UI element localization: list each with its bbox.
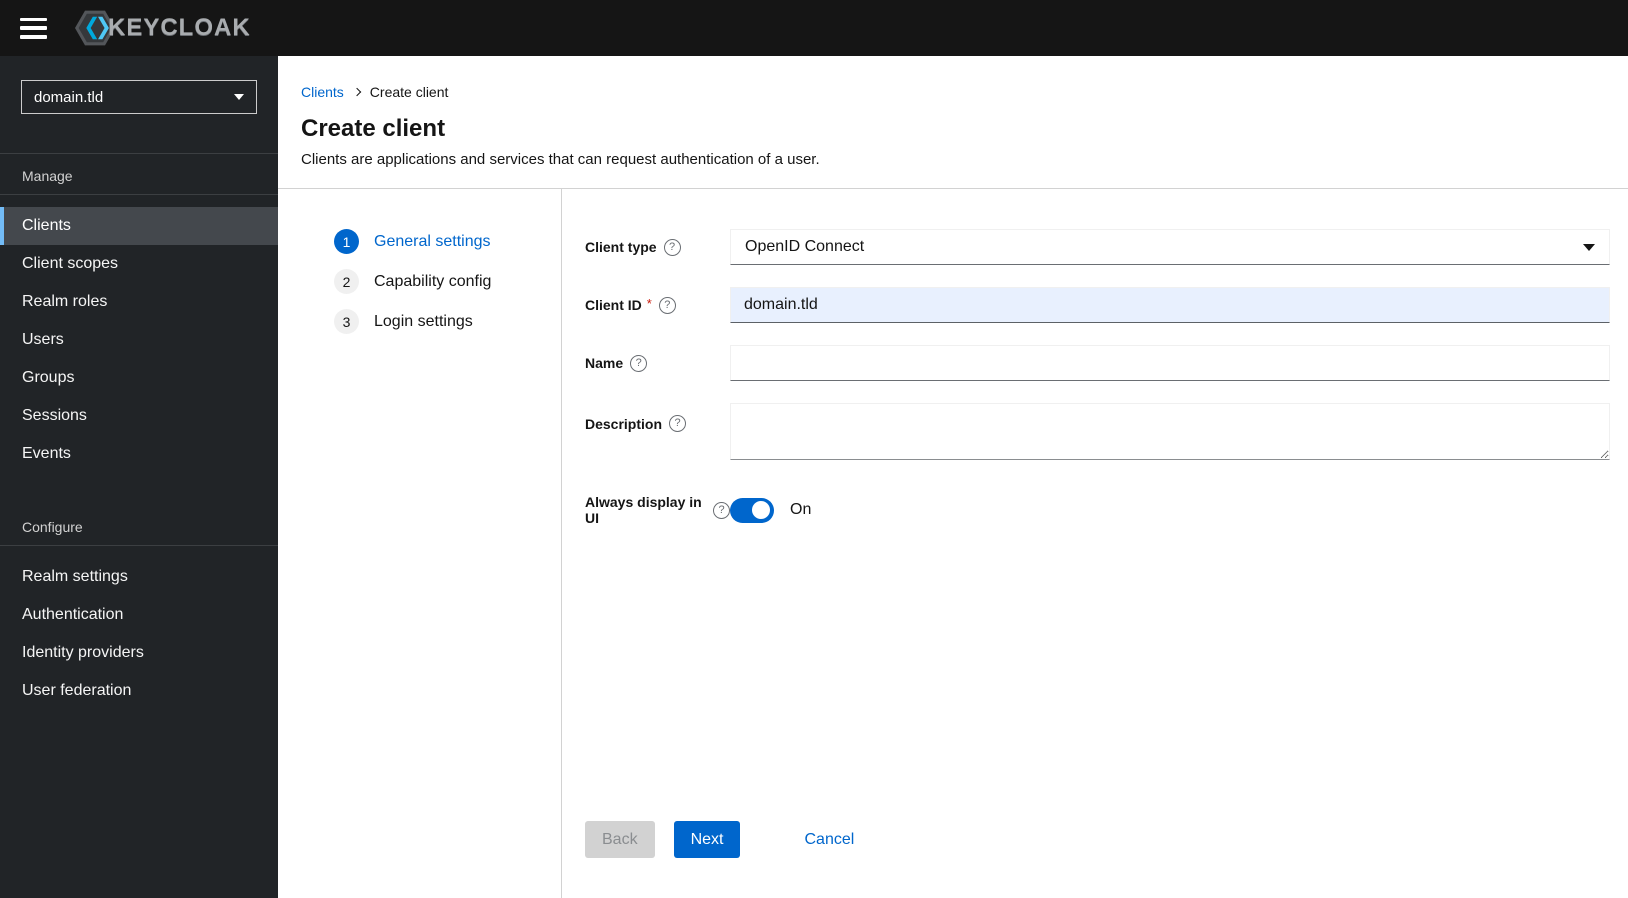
sidebar-item-sessions[interactable]: Sessions xyxy=(0,397,278,435)
client-type-select[interactable]: OpenID Connect xyxy=(730,229,1610,265)
keycloak-logo: KEYCLOAK xyxy=(75,10,251,46)
client-id-input[interactable] xyxy=(730,287,1610,323)
sidebar-item-users[interactable]: Users xyxy=(0,321,278,359)
masthead: KEYCLOAK xyxy=(0,0,1628,56)
always-display-row: Always display in UI ? On xyxy=(585,494,1610,526)
name-row: Name ? xyxy=(585,345,1610,381)
wizard-step-general-settings[interactable]: 1 General settings xyxy=(334,229,561,254)
page-description: Clients are applications and services th… xyxy=(301,151,820,168)
sidebar-item-events[interactable]: Events xyxy=(0,435,278,473)
client-id-row: Client ID * ? xyxy=(585,287,1610,323)
sidebar-item-clients[interactable]: Clients xyxy=(0,207,278,245)
sidebar-item-user-federation[interactable]: User federation xyxy=(0,672,278,710)
wizard-steps-nav: 1 General settings 2 Capability config 3… xyxy=(278,189,562,898)
toggle-knob xyxy=(752,501,770,519)
step-number-badge: 3 xyxy=(334,309,359,334)
client-type-row: Client type ? OpenID Connect xyxy=(585,229,1610,265)
sidebar: domain.tld Manage Clients Client scopes … xyxy=(0,56,278,898)
sidebar-item-authentication[interactable]: Authentication xyxy=(0,596,278,634)
breadcrumb: Clients Create client xyxy=(301,84,1604,100)
client-type-label: Client type xyxy=(585,239,657,255)
sidebar-item-realm-settings[interactable]: Realm settings xyxy=(0,558,278,596)
nav-section-configure: Configure Realm settings Authentication … xyxy=(0,505,278,710)
sidebar-item-realm-roles[interactable]: Realm roles xyxy=(0,283,278,321)
main-content: Clients Create client Create client Clie… xyxy=(278,56,1628,898)
wizard-area: 1 General settings 2 Capability config 3… xyxy=(278,189,1628,898)
help-icon[interactable]: ? xyxy=(630,354,648,372)
nav-section-manage: Manage Clients Client scopes Realm roles… xyxy=(0,154,278,473)
page-header: Clients Create client Create client Clie… xyxy=(278,56,1628,189)
description-row: Description ? xyxy=(585,403,1610,460)
page-title: Create client xyxy=(301,115,446,142)
description-textarea[interactable] xyxy=(730,403,1610,460)
sidebar-nav: Manage Clients Client scopes Realm roles… xyxy=(0,154,278,710)
keycloak-wordmark: KEYCLOAK xyxy=(108,14,251,41)
required-asterisk: * xyxy=(646,295,652,311)
sidebar-item-client-scopes[interactable]: Client scopes xyxy=(0,245,278,283)
wizard-step-login-settings[interactable]: 3 Login settings xyxy=(334,309,561,334)
step-number-badge: 1 xyxy=(334,229,359,254)
client-id-label: Client ID xyxy=(585,297,642,313)
help-icon[interactable]: ? xyxy=(658,296,676,314)
realm-selector-value: domain.tld xyxy=(34,88,104,106)
sidebar-item-identity-providers[interactable]: Identity providers xyxy=(0,634,278,672)
name-label: Name xyxy=(585,355,624,371)
breadcrumb-clients-link[interactable]: Clients xyxy=(301,84,344,100)
chevron-right-icon xyxy=(352,87,362,97)
back-button[interactable]: Back xyxy=(585,821,655,858)
always-display-toggle[interactable] xyxy=(730,497,774,523)
cancel-button[interactable]: Cancel xyxy=(804,831,854,849)
client-type-selected-value: OpenID Connect xyxy=(745,238,865,255)
general-settings-form: Client type ? OpenID Connect Client ID *… xyxy=(562,189,1628,898)
wizard-footer: Back Next Cancel xyxy=(585,821,1610,898)
realm-selector[interactable]: domain.tld xyxy=(21,80,257,114)
breadcrumb-current: Create client xyxy=(369,84,449,100)
nav-section-title: Manage xyxy=(0,154,278,195)
nav-section-title: Configure xyxy=(0,505,278,546)
description-label: Description xyxy=(585,415,663,432)
toggle-state-label: On xyxy=(790,501,812,518)
wizard-step-capability-config[interactable]: 2 Capability config xyxy=(334,269,561,294)
nav-toggle-hamburger-icon[interactable] xyxy=(20,17,47,39)
caret-down-icon xyxy=(234,94,244,100)
always-display-label: Always display in UI xyxy=(585,494,702,526)
help-icon[interactable]: ? xyxy=(713,501,730,519)
next-button[interactable]: Next xyxy=(673,821,741,858)
caret-down-icon xyxy=(1583,243,1595,251)
name-input[interactable] xyxy=(730,345,1610,381)
sidebar-item-groups[interactable]: Groups xyxy=(0,359,278,397)
help-icon[interactable]: ? xyxy=(669,415,687,432)
help-icon[interactable]: ? xyxy=(663,238,681,256)
step-number-badge: 2 xyxy=(334,269,359,294)
